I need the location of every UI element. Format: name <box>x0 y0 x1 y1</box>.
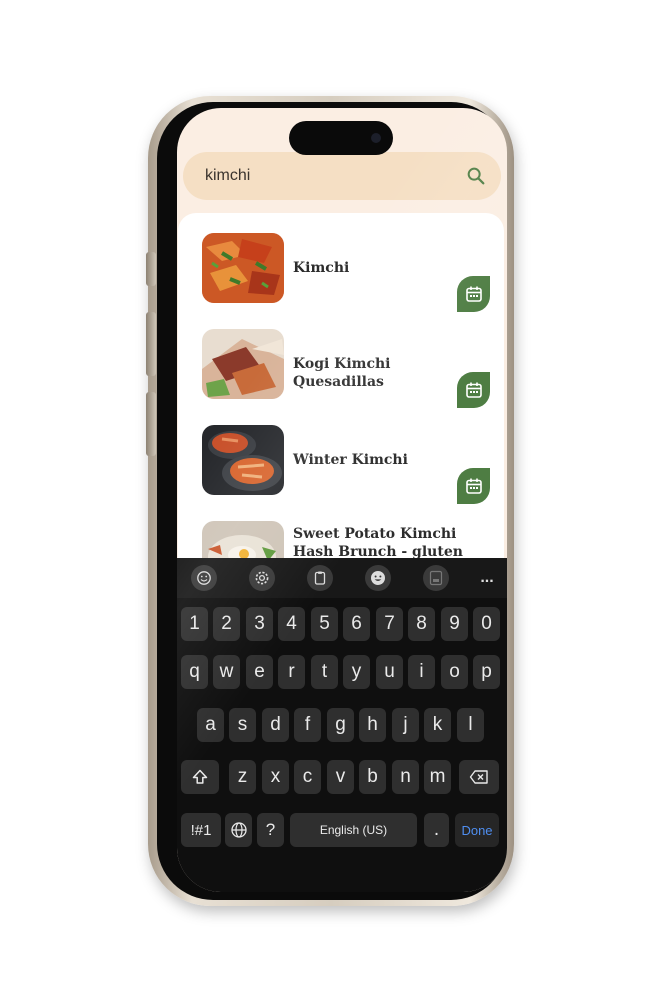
key[interactable]: 6 <box>343 607 370 641</box>
search-input[interactable]: kimchi <box>205 167 465 185</box>
search-icon[interactable] <box>465 165 487 187</box>
key[interactable]: i <box>408 655 435 689</box>
key[interactable]: p <box>473 655 500 689</box>
key[interactable]: 5 <box>311 607 338 641</box>
add-to-calendar-button[interactable] <box>457 468 490 504</box>
key[interactable]: d <box>262 708 289 742</box>
recipe-thumbnail <box>202 521 284 558</box>
key[interactable]: m <box>424 760 451 794</box>
key[interactable]: l <box>457 708 484 742</box>
key[interactable]: h <box>359 708 386 742</box>
key[interactable]: u <box>376 655 403 689</box>
key[interactable]: c <box>294 760 321 794</box>
done-button[interactable]: Done <box>455 813 499 847</box>
results-list: Kimchi Kogi Kimchi Quesadillas Winter Ki… <box>178 213 504 558</box>
key[interactable]: 0 <box>473 607 500 641</box>
key[interactable]: n <box>392 760 419 794</box>
key[interactable]: e <box>246 655 273 689</box>
recipe-thumbnail <box>202 233 284 303</box>
key[interactable]: f <box>294 708 321 742</box>
language-key[interactable] <box>225 813 252 847</box>
recipe-title: Sweet Potato Kimchi Hash Brunch - gluten… <box>293 526 463 558</box>
space-bar[interactable]: English (US) <box>290 813 417 847</box>
keyboard-toolbar: ... <box>177 558 507 598</box>
key[interactable]: w <box>213 655 240 689</box>
key[interactable]: z <box>229 760 256 794</box>
key[interactable]: j <box>392 708 419 742</box>
key[interactable]: 2 <box>213 607 240 641</box>
key[interactable]: x <box>262 760 289 794</box>
key[interactable]: q <box>181 655 208 689</box>
calendar-icon <box>465 382 482 398</box>
key[interactable]: 8 <box>408 607 435 641</box>
phone-screen: kimchi Kimchi Kogi Kimchi Quesadillas Wi… <box>177 108 507 892</box>
dynamic-island <box>289 121 393 155</box>
globe-icon <box>230 822 247 838</box>
key[interactable]: 1 <box>181 607 208 641</box>
settings-icon[interactable] <box>249 565 275 591</box>
key[interactable]: t <box>311 655 338 689</box>
backspace-key[interactable] <box>459 760 499 794</box>
add-to-calendar-button[interactable] <box>457 276 490 312</box>
key[interactable]: b <box>359 760 386 794</box>
volume-up-button <box>146 312 156 376</box>
question-key[interactable]: ? <box>257 813 284 847</box>
period-key[interactable]: . <box>424 813 449 847</box>
more-icon[interactable]: ... <box>475 565 499 591</box>
recipe-title: Kogi Kimchi Quesadillas <box>293 356 391 390</box>
key[interactable]: 9 <box>441 607 468 641</box>
action-button <box>146 252 156 286</box>
calendar-icon <box>465 478 482 494</box>
key[interactable]: y <box>343 655 370 689</box>
key[interactable]: 4 <box>278 607 305 641</box>
emoji-icon[interactable] <box>191 565 217 591</box>
calendar-icon <box>465 286 482 302</box>
key[interactable]: 3 <box>246 607 273 641</box>
shift-icon <box>192 769 208 784</box>
keyboard-mode-icon[interactable] <box>423 565 449 591</box>
key[interactable]: r <box>278 655 305 689</box>
key[interactable]: k <box>424 708 451 742</box>
recipe-thumbnail <box>202 425 284 495</box>
backspace-icon <box>469 770 488 784</box>
shift-key[interactable] <box>181 760 219 794</box>
key[interactable]: o <box>441 655 468 689</box>
search-bar[interactable]: kimchi <box>183 152 501 200</box>
symbols-key[interactable]: !#1 <box>181 813 221 847</box>
on-screen-keyboard: ... 1 2 3 4 5 6 7 8 9 0 q w e r t y u i … <box>177 558 507 892</box>
recipe-thumbnail <box>202 329 284 399</box>
recipe-title: Kimchi <box>293 260 350 276</box>
list-item[interactable]: Kogi Kimchi Quesadillas <box>178 319 504 409</box>
add-to-calendar-button[interactable] <box>457 372 490 408</box>
list-item[interactable]: Sweet Potato Kimchi Hash Brunch - gluten… <box>178 511 504 558</box>
sticker-icon[interactable] <box>365 565 391 591</box>
list-item[interactable]: Winter Kimchi <box>178 415 504 505</box>
recipe-title: Winter Kimchi <box>293 452 408 468</box>
list-item[interactable]: Kimchi <box>178 223 504 313</box>
key[interactable]: s <box>229 708 256 742</box>
key[interactable]: 7 <box>376 607 403 641</box>
key[interactable]: v <box>327 760 354 794</box>
volume-down-button <box>146 392 156 456</box>
key[interactable]: a <box>197 708 224 742</box>
key[interactable]: g <box>327 708 354 742</box>
clipboard-icon[interactable] <box>307 565 333 591</box>
